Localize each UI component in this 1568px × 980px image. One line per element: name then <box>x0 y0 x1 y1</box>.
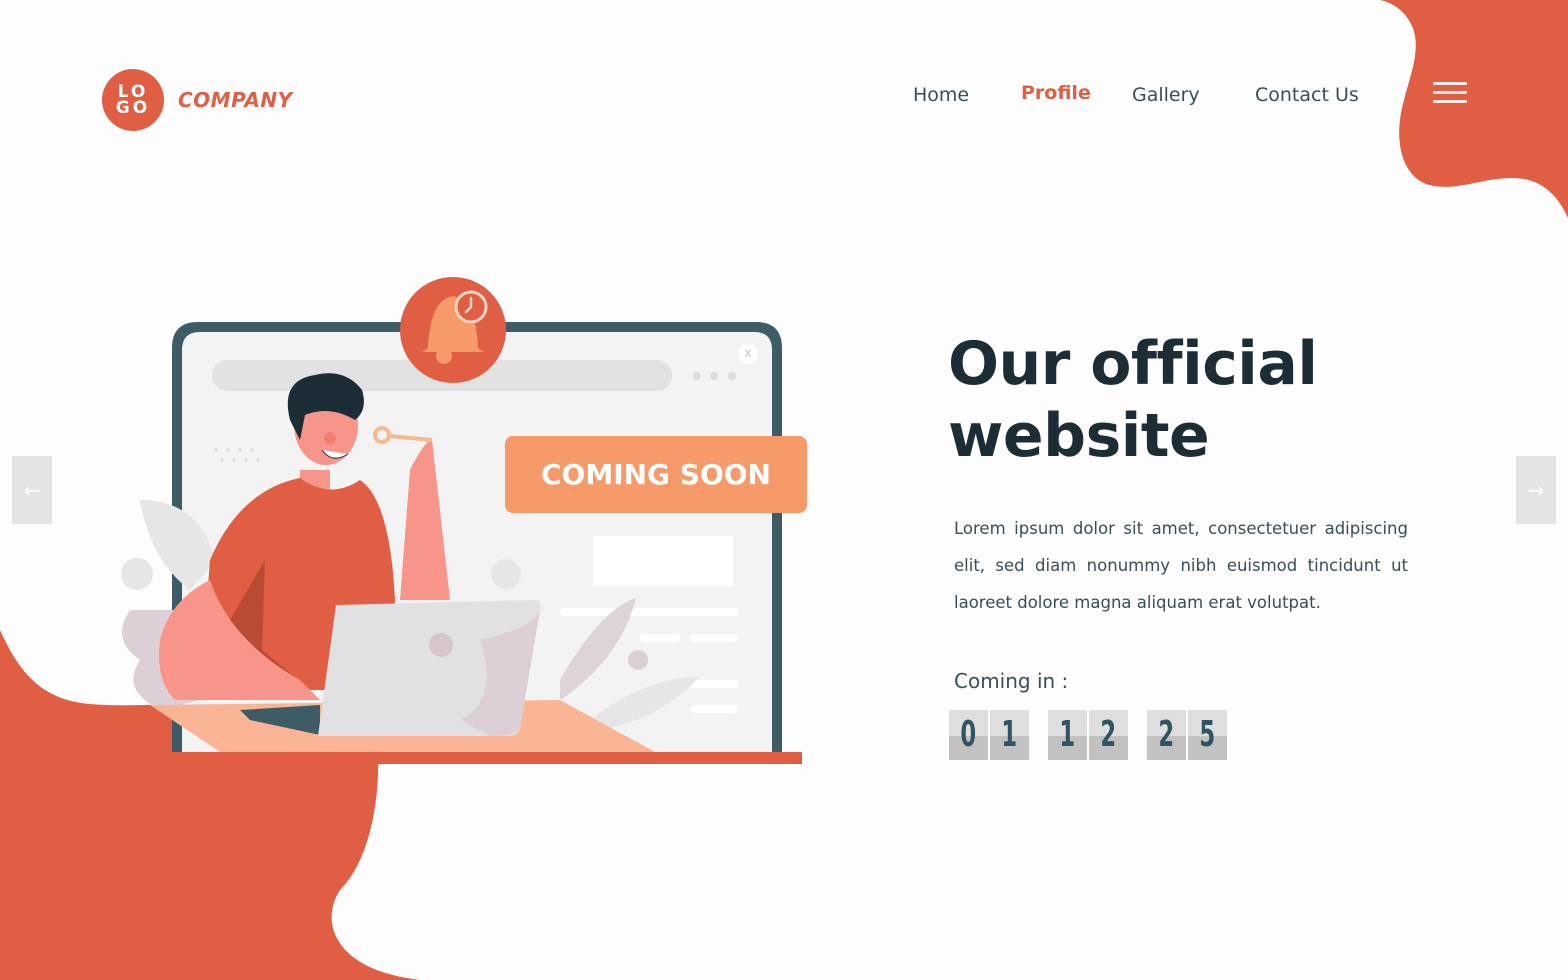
countdown-timer: 0 1 1 2 2 5 <box>949 710 1229 760</box>
hamburger-menu-button[interactable] <box>1433 82 1467 104</box>
page-title-line-2: website <box>948 401 1210 471</box>
company-name: COMPANY <box>178 88 293 112</box>
countdown-digit: 1 <box>1048 710 1087 760</box>
nav-item-contact-us[interactable]: Contact Us <box>1255 84 1359 106</box>
logo-line-2: GO <box>115 98 151 118</box>
carousel-prev-button[interactable]: ← <box>12 456 52 524</box>
logo-mark: LO GO <box>102 69 164 131</box>
countdown-label: Coming in : <box>954 669 1069 693</box>
arrow-left-icon: ← <box>23 478 41 502</box>
hamburger-icon-bar <box>1433 91 1467 94</box>
page-title-line-1: Our official <box>948 329 1318 399</box>
coming-soon-banner: COMING SOON <box>505 436 807 513</box>
arrow-right-icon: → <box>1527 478 1545 502</box>
countdown-separator <box>1130 710 1147 760</box>
page-title: Our official website <box>948 328 1468 472</box>
countdown-digit: 1 <box>990 710 1029 760</box>
countdown-digit: 0 <box>949 710 988 760</box>
clock-icon <box>454 290 488 324</box>
digit-value: 2 <box>1100 714 1117 755</box>
nav-item-home[interactable]: Home <box>913 84 969 106</box>
hero-description: Lorem ipsum dolor sit amet, consectetuer… <box>954 519 1408 612</box>
brand-logo[interactable]: LO GO COMPANY <box>102 69 293 131</box>
digit-value: 2 <box>1158 714 1175 755</box>
decorative-blob-top-right <box>1380 0 1568 218</box>
countdown-digit: 2 <box>1147 710 1186 760</box>
countdown-digit: 2 <box>1089 710 1128 760</box>
digit-value: 1 <box>1001 714 1018 755</box>
countdown-separator <box>1031 710 1048 760</box>
countdown-digit: 5 <box>1188 710 1227 760</box>
digit-value: 0 <box>960 714 977 755</box>
nav-item-gallery[interactable]: Gallery <box>1132 84 1200 106</box>
carousel-next-button[interactable]: → <box>1516 456 1556 524</box>
hamburger-icon <box>1433 82 1467 85</box>
digit-value: 5 <box>1199 714 1216 755</box>
hamburger-icon-bar <box>1433 100 1467 103</box>
hero-illustration <box>121 277 802 764</box>
laptop-icon <box>318 600 541 736</box>
nav-item-profile[interactable]: Profile <box>1021 82 1091 104</box>
close-icon: x <box>738 344 758 364</box>
bell-icon <box>400 277 506 383</box>
digit-value: 1 <box>1059 714 1076 755</box>
